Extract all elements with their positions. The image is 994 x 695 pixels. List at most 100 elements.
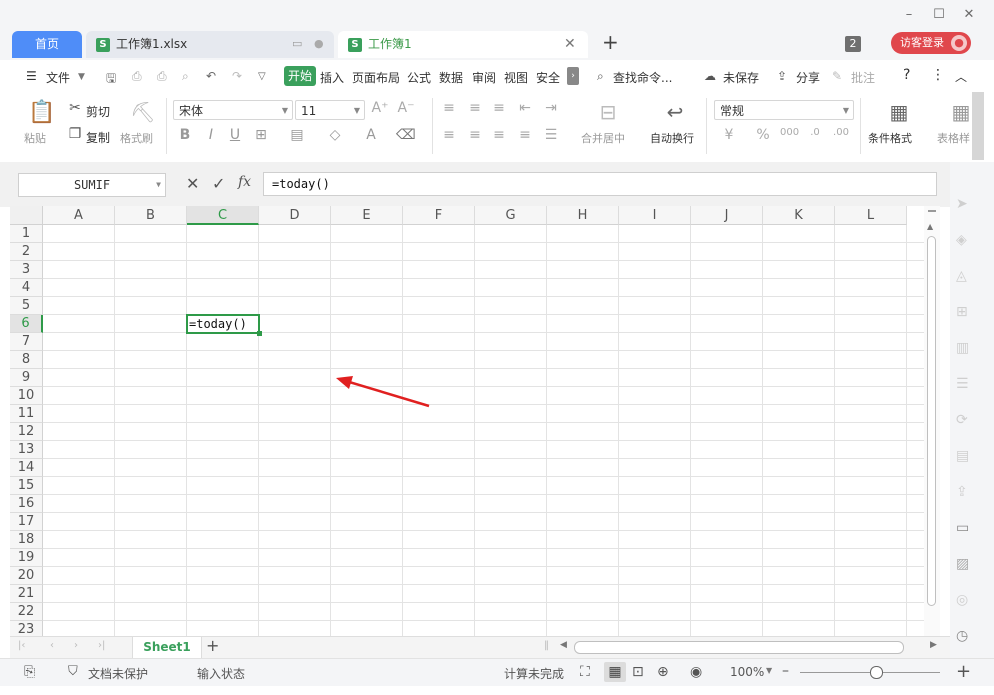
column-header-d[interactable]: D — [259, 206, 331, 225]
share-button[interactable]: 分享 — [796, 69, 820, 86]
decrease-font-icon[interactable]: A⁻ — [397, 100, 415, 116]
next-sheet-icon[interactable]: › — [74, 640, 78, 651]
paste-label[interactable]: 粘贴 — [24, 130, 46, 146]
copy-button[interactable]: 复制 — [86, 129, 110, 146]
indent-decrease-icon[interactable]: ⇤ — [516, 100, 534, 116]
merge-center-label[interactable]: 合并居中 — [581, 130, 625, 146]
row-header-14[interactable]: 14 — [10, 459, 43, 477]
confirm-formula-icon[interactable]: ✓ — [212, 174, 225, 193]
refresh-icon[interactable]: ⟳ — [956, 412, 968, 428]
more-tabs-chevron-icon[interactable]: › — [567, 67, 579, 85]
border-icon[interactable]: ⊞ — [252, 127, 270, 143]
help-button[interactable]: ? — [903, 67, 910, 83]
column-header-b[interactable]: B — [115, 206, 187, 225]
underline-icon[interactable]: U — [226, 127, 244, 143]
tab-insert[interactable]: 插入 — [320, 69, 344, 86]
fill-icon[interactable]: ◬ — [956, 268, 967, 284]
vertical-scroll-thumb[interactable] — [927, 236, 936, 606]
add-sheet-button[interactable]: + — [206, 636, 219, 655]
percent-icon[interactable]: % — [754, 127, 772, 143]
cut-button[interactable]: 剪切 — [86, 103, 110, 120]
menu-file[interactable]: 文件 — [46, 69, 70, 86]
target-icon[interactable]: ◎ — [956, 592, 968, 608]
chart-icon[interactable]: ▥ — [956, 340, 969, 356]
eraser-icon[interactable]: ⌫ — [396, 127, 416, 143]
collapse-ribbon-icon[interactable]: ︿ — [955, 68, 967, 85]
thousands-icon[interactable]: 000 — [780, 127, 799, 138]
first-sheet-icon[interactable]: |‹ — [18, 640, 25, 651]
row-header-18[interactable]: 18 — [10, 531, 43, 549]
hamburger-icon[interactable]: ☰ — [26, 69, 37, 83]
filter-icon[interactable]: ☰ — [956, 376, 969, 392]
tab-workbook-xlsx[interactable]: S 工作簿1.xlsx ▭ ● — [86, 31, 334, 58]
page-break-view-icon[interactable]: ⊕ — [657, 664, 669, 680]
font-name-select[interactable]: 宋体 ▼ — [173, 100, 293, 120]
normal-view-icon[interactable]: ▦ — [604, 662, 626, 682]
row-header-2[interactable]: 2 — [10, 243, 43, 261]
table-style-icon[interactable]: ▦ — [950, 100, 972, 124]
column-header-l[interactable]: L — [835, 206, 907, 225]
tab-page-layout[interactable]: 页面布局 — [352, 69, 400, 86]
wrap-text-label[interactable]: 自动换行 — [650, 130, 694, 146]
page-layout-view-icon[interactable]: ⊡ — [632, 664, 644, 680]
row-header-16[interactable]: 16 — [10, 495, 43, 513]
align-bottom-icon[interactable]: ≡ — [490, 100, 508, 116]
vertical-scrollbar[interactable]: ▲ — [924, 206, 940, 636]
row-header-8[interactable]: 8 — [10, 351, 43, 369]
add-tab-button[interactable]: + — [602, 30, 619, 54]
fill-handle[interactable] — [257, 331, 262, 336]
name-box[interactable]: SUMIF ▼ — [18, 173, 166, 197]
tab-home[interactable]: 首页 — [12, 31, 82, 58]
row-header-7[interactable]: 7 — [10, 333, 43, 351]
row-header-10[interactable]: 10 — [10, 387, 43, 405]
more-options-icon[interactable]: ⋮ — [931, 67, 945, 83]
row-header-1[interactable]: 1 — [10, 225, 43, 243]
column-header-f[interactable]: F — [403, 206, 475, 225]
column-header-e[interactable]: E — [331, 206, 403, 225]
cursor-select-icon[interactable]: ➤ — [956, 196, 968, 212]
insert-function-button[interactable]: fx — [238, 174, 251, 190]
column-header-g[interactable]: G — [475, 206, 547, 225]
scroll-right-icon[interactable]: ▶ — [930, 640, 937, 650]
row-header-4[interactable]: 4 — [10, 279, 43, 297]
column-header-a[interactable]: A — [43, 206, 115, 225]
increase-decimal-icon[interactable]: .0 — [806, 127, 824, 138]
merge-center-icon[interactable]: ⊟ — [597, 100, 619, 124]
close-window-button[interactable]: ✕ — [960, 6, 978, 24]
row-header-11[interactable]: 11 — [10, 405, 43, 423]
zoom-in-button[interactable]: + — [956, 661, 971, 682]
unsaved-status[interactable]: 未保存 — [723, 69, 759, 86]
fullscreen-icon[interactable]: ⛶ — [580, 664, 590, 680]
number-format-select[interactable]: 常规 ▼ — [714, 100, 854, 120]
conditional-format-icon[interactable]: ▦ — [888, 100, 910, 124]
window-count-badge[interactable]: 2 — [845, 36, 861, 52]
cell-style-icon[interactable]: ▤ — [288, 127, 306, 143]
font-color-icon[interactable]: A — [362, 127, 380, 143]
chevron-down-icon[interactable]: ▼ — [156, 174, 161, 196]
align-right-icon[interactable]: ≡ — [490, 127, 508, 143]
format-painter-label[interactable]: 格式刷 — [120, 130, 153, 146]
document-icon[interactable]: ▤ — [956, 448, 969, 464]
login-button[interactable]: 访客登录 ● — [891, 32, 971, 54]
monitor-icon[interactable]: ▭ — [292, 37, 302, 50]
prev-sheet-icon[interactable]: ‹ — [50, 640, 54, 651]
row-header-15[interactable]: 15 — [10, 477, 43, 495]
zoom-level[interactable]: 100% — [730, 665, 764, 679]
preview-icon[interactable]: ⌕ — [182, 69, 189, 84]
wrap-text-icon[interactable]: ↩ — [664, 100, 686, 124]
row-header-13[interactable]: 13 — [10, 441, 43, 459]
sheet-tab-sheet1[interactable]: Sheet1 — [132, 637, 202, 658]
row-header-22[interactable]: 22 — [10, 603, 43, 621]
eye-protection-icon[interactable]: ◉ — [690, 664, 702, 680]
row-header-20[interactable]: 20 — [10, 567, 43, 585]
tab-data[interactable]: 数据 — [439, 69, 463, 86]
currency-icon[interactable]: ¥ — [720, 127, 738, 143]
row-header-21[interactable]: 21 — [10, 585, 43, 603]
image-icon[interactable]: ▨ — [956, 556, 969, 572]
print-icon[interactable]: ⎙ — [157, 69, 167, 84]
row-header-9[interactable]: 9 — [10, 369, 43, 387]
indent-increase-icon[interactable]: ⇥ — [542, 100, 560, 116]
split-handle-icon[interactable]: ‖ — [544, 640, 549, 651]
zoom-slider-thumb[interactable] — [870, 666, 883, 679]
redo-icon[interactable]: ↷ — [232, 69, 242, 83]
